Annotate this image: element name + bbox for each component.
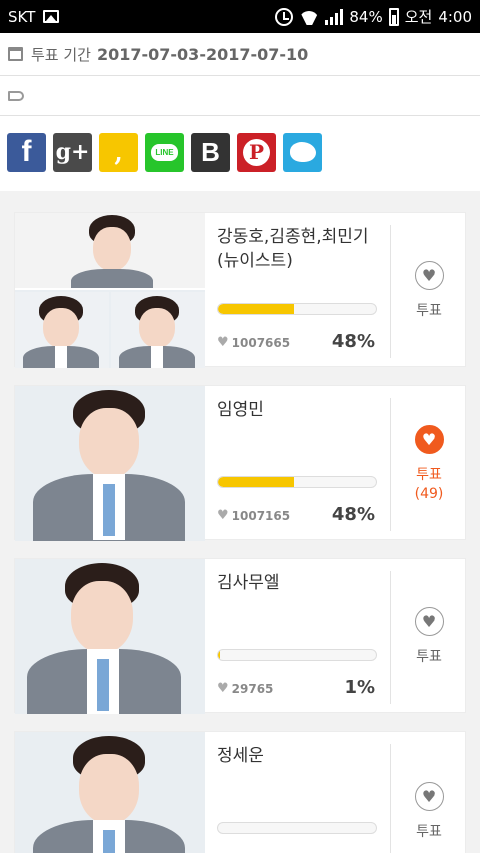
candidate-card: 강동호,김종현,최민기(뉴이스트) ♥ 1007665 48% ♥ 투표 — [14, 212, 467, 368]
candidate-name: 강동호,김종현,최민기(뉴이스트) — [217, 227, 369, 271]
gallery-icon — [43, 10, 60, 23]
share-buttons: f g+ , LINE B P — [0, 116, 480, 188]
candidate-card: 임영민 ♥ 1007165 48% ♥ 투표 (49) — [14, 385, 467, 541]
vote-progress-bar — [217, 649, 377, 661]
candidate-photo — [15, 213, 205, 368]
calendar-icon — [8, 47, 23, 61]
twitter-share-button[interactable] — [283, 132, 322, 172]
tag-row — [0, 76, 480, 116]
heart-icon: ♥ — [414, 782, 444, 811]
facebook-icon: f — [21, 135, 32, 168]
vote-percent: 48% — [331, 504, 375, 525]
candidate-photo — [15, 386, 205, 541]
candidate-name: 정세운 — [217, 746, 264, 766]
vote-progress-fill — [218, 650, 220, 660]
candidate-name: 임영민 — [217, 400, 264, 420]
heart-icon: ♥ — [414, 261, 444, 290]
vote-count: ♥ 29765 — [217, 681, 273, 696]
carrier-label: SKT — [8, 7, 36, 26]
vote-label: 투표 — [416, 649, 442, 665]
facebook-share-button[interactable]: f — [7, 132, 46, 172]
candidate-photo — [15, 559, 205, 714]
vote-percent: 48% — [331, 331, 375, 352]
band-icon: B — [201, 136, 220, 167]
alarm-icon — [275, 7, 294, 26]
tag-icon — [8, 90, 24, 101]
kakaostory-icon: , — [114, 137, 123, 167]
vote-button[interactable]: ♥ 투표 — [391, 213, 467, 368]
vote-percent: 1% — [344, 677, 375, 698]
heart-icon: ♥ — [217, 508, 229, 523]
pinterest-share-button[interactable]: P — [237, 132, 276, 172]
band-share-button[interactable]: B — [191, 132, 230, 172]
heart-icon: ♥ — [414, 425, 444, 454]
vote-progress-fill — [218, 304, 294, 314]
wifi-icon — [299, 9, 319, 25]
vote-count: ♥ 1007165 — [217, 508, 290, 523]
vote-label: 투표 — [416, 303, 442, 319]
candidate-card: 정세운 ♥ 투표 — [14, 731, 466, 853]
status-bar: SKT 84% 오전 4:00 — [0, 0, 480, 33]
vote-count-value: 1007165 — [231, 508, 291, 523]
line-share-button[interactable]: LINE — [145, 132, 184, 172]
time: 4:00 — [438, 7, 472, 26]
vote-button[interactable]: ♥ 투표 — [391, 732, 467, 853]
signal-icon — [325, 8, 344, 25]
line-icon: LINE — [151, 143, 178, 161]
candidate-name: 김사무엘 — [217, 573, 280, 593]
vote-label: 투표 — [416, 824, 442, 840]
vote-period-row: 투표 기간 2017-07-03-2017-07-10 — [0, 33, 480, 76]
candidate-photo — [15, 732, 205, 853]
my-vote-count: (49) — [414, 486, 444, 502]
google-plus-icon: g+ — [55, 139, 90, 165]
vote-button[interactable]: ♥ 투표 — [391, 559, 467, 714]
vote-count-value: 1007665 — [231, 335, 291, 350]
heart-icon: ♥ — [414, 607, 444, 636]
vote-progress-fill — [218, 477, 294, 487]
vote-label: 투표 — [416, 467, 442, 483]
kakaostory-share-button[interactable]: , — [99, 132, 138, 172]
time-ampm: 오전 — [404, 8, 433, 26]
vote-progress-bar — [217, 476, 377, 488]
vote-count-value: 29765 — [231, 681, 274, 696]
vote-button[interactable]: ♥ 투표 (49) — [391, 386, 467, 541]
poll-info: 투표 기간 2017-07-03-2017-07-10 f g+ , LINE … — [0, 33, 480, 191]
vote-progress-bar — [217, 822, 377, 834]
vote-count: ♥ 1007665 — [217, 335, 290, 350]
period-value: 2017-07-03-2017-07-10 — [96, 44, 309, 64]
twitter-icon — [289, 142, 316, 162]
google-plus-share-button[interactable]: g+ — [53, 132, 92, 172]
vote-progress-bar — [217, 303, 377, 315]
period-label: 투표 기간 — [31, 45, 91, 64]
pinterest-icon: P — [243, 138, 270, 166]
heart-icon: ♥ — [217, 335, 229, 350]
heart-icon: ♥ — [217, 681, 229, 696]
battery-percent: 84% — [349, 7, 383, 26]
battery-icon — [388, 7, 399, 26]
candidate-card: 김사무엘 ♥ 29765 1% ♥ 투표 — [14, 558, 467, 714]
